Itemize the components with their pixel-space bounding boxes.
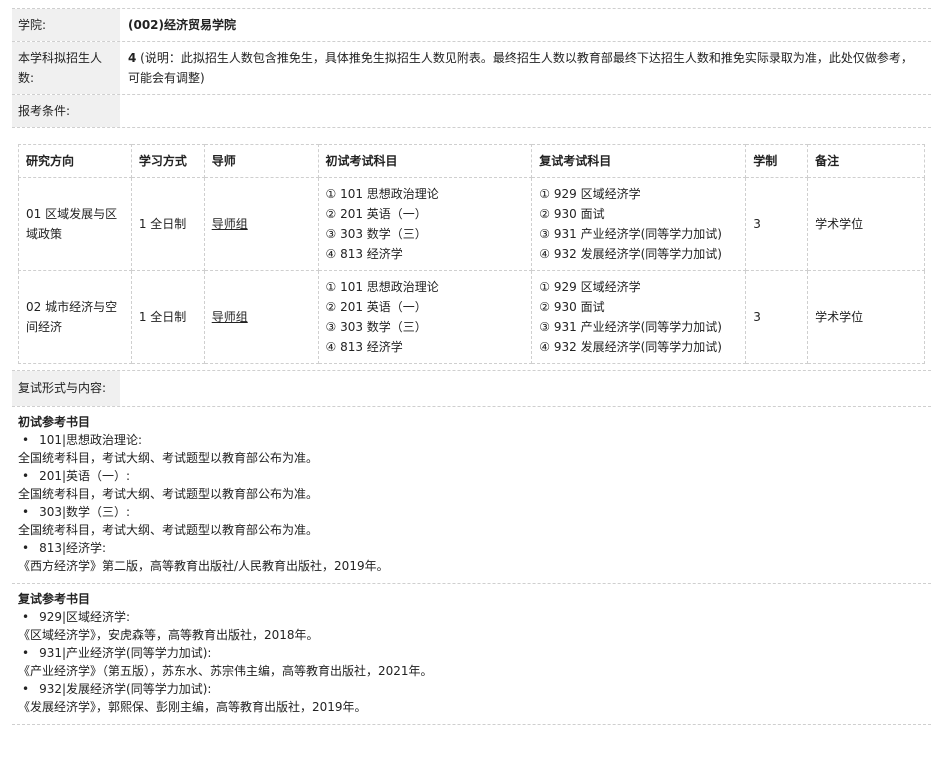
advisor-link[interactable]: 导师组 [212,310,248,324]
book-desc: 《区域经济学》，安虎森等，高等教育出版社，2018年。 [18,628,319,642]
header-initial-subjects: 初试考试科目 [317,144,533,178]
book-code: 201|英语（一）: [18,467,925,485]
subject-item: ① 929 区域经济学 [539,187,641,201]
subject-item: ② 930 面试 [539,300,605,314]
conditions-value [120,95,931,127]
subject-item: ③ 931 产业经济学(同等学力加试) [539,227,722,241]
subject-item: ② 201 英语（一） [325,300,427,314]
subject-item: ④ 813 经济学 [325,247,403,261]
retest-subjects-cell: ① 929 区域经济学 ② 930 面试 ③ 931 产业经济学(同等学力加试)… [531,270,747,364]
direction-cell: 02 城市经济与空间经济 [18,270,132,364]
years-cell: 3 [745,177,809,271]
book-code: 932|发展经济学(同等学力加试): [18,680,925,698]
advisor-cell: 导师组 [203,177,319,271]
retest-form-row: 复试形式与内容: [12,370,931,406]
subject-item: ③ 303 数学（三） [325,227,427,241]
book-code: 931|产业经济学(同等学力加试): [18,644,925,662]
quota-row: 本学科拟招生人数: 4 (说明：此拟招生人数包含推免生，具体推免生拟招生人数见附… [12,41,931,94]
header-years: 学制 [745,144,809,178]
book-code: 303|数学（三）: [18,503,925,521]
quota-value: 4 (说明：此拟招生人数包含推免生，具体推免生拟招生人数见附表。最终招生人数以教… [120,42,931,94]
initial-books-title: 初试参考书目 [18,415,91,429]
direction-table: 研究方向 学习方式 导师 初试考试科目 复试考试科目 学制 备注 01 区域发展… [18,144,925,364]
subject-item: ④ 932 发展经济学(同等学力加试) [539,247,722,261]
book-desc: 《产业经济学》（第五版），苏东水、苏宗伟主编，高等教育出版社，2021年。 [18,664,433,678]
table-row: 02 城市经济与空间经济 1 全日制 导师组 ① 101 思想政治理论 ② 20… [18,270,925,364]
direction-table-wrapper: 研究方向 学习方式 导师 初试考试科目 复试考试科目 学制 备注 01 区域发展… [12,127,931,370]
initial-subjects-cell: ① 101 思想政治理论 ② 201 英语（一） ③ 303 数学（三） ④ 8… [317,177,533,271]
book-code: 929|区域经济学: [18,608,925,626]
school-row: 学院: (002)经济贸易学院 [12,8,931,41]
subject-item: ② 201 英语（一） [325,207,427,221]
mode-cell: 1 全日制 [130,177,205,271]
header-advisor: 导师 [203,144,319,178]
retest-books-section: 复试参考书目 929|区域经济学: 《区域经济学》，安虎森等，高等教育出版社，2… [12,583,931,725]
book-desc: 全国统考科目，考试大纲、考试题型以教育部公布为准。 [18,451,319,465]
subject-item: ② 930 面试 [539,207,605,221]
remark-cell: 学术学位 [807,270,925,364]
subject-item: ① 101 思想政治理论 [325,280,439,294]
direction-cell: 01 区域发展与区域政策 [18,177,132,271]
subject-item: ④ 813 经济学 [325,340,403,354]
header-remark: 备注 [807,144,925,178]
header-retest-subjects: 复试考试科目 [531,144,747,178]
book-desc: 《西方经济学》第二版，高等教育出版社/人民教育出版社，2019年。 [18,559,389,573]
initial-subjects-cell: ① 101 思想政治理论 ② 201 英语（一） ③ 303 数学（三） ④ 8… [317,270,533,364]
conditions-label: 报考条件: [12,95,120,127]
book-code: 101|思想政治理论: [18,431,925,449]
advisor-link[interactable]: 导师组 [212,217,248,231]
book-desc: 全国统考科目，考试大纲、考试题型以教育部公布为准。 [18,487,319,501]
quota-note: (说明：此拟招生人数包含推免生，具体推免生拟招生人数见附表。最终招生人数以教育部… [128,51,913,85]
program-info-panel: 学院: (002)经济贸易学院 本学科拟招生人数: 4 (说明：此拟招生人数包含… [12,8,931,725]
school-label: 学院: [12,9,120,41]
subject-item: ③ 931 产业经济学(同等学力加试) [539,320,722,334]
subject-item: ④ 932 发展经济学(同等学力加试) [539,340,722,354]
years-cell: 3 [745,270,809,364]
header-direction: 研究方向 [18,144,132,178]
table-row: 01 区域发展与区域政策 1 全日制 导师组 ① 101 思想政治理论 ② 20… [18,177,925,271]
header-mode: 学习方式 [130,144,205,178]
retest-subjects-cell: ① 929 区域经济学 ② 930 面试 ③ 931 产业经济学(同等学力加试)… [531,177,747,271]
school-value: (002)经济贸易学院 [128,18,237,32]
book-code: 813|经济学: [18,539,925,557]
subject-item: ① 929 区域经济学 [539,280,641,294]
book-desc: 《发展经济学》，郭熙保、彭刚主编，高等教育出版社，2019年。 [18,700,367,714]
retest-form-value [120,371,931,406]
conditions-row: 报考条件: [12,94,931,127]
table-header-row: 研究方向 学习方式 导师 初试考试科目 复试考试科目 学制 备注 [18,144,925,178]
subject-item: ① 101 思想政治理论 [325,187,439,201]
advisor-cell: 导师组 [203,270,319,364]
remark-cell: 学术学位 [807,177,925,271]
retest-form-label: 复试形式与内容: [12,371,120,406]
quota-label: 本学科拟招生人数: [12,42,120,94]
mode-cell: 1 全日制 [130,270,205,364]
retest-books-title: 复试参考书目 [18,592,91,606]
book-desc: 全国统考科目，考试大纲、考试题型以教育部公布为准。 [18,523,319,537]
initial-books-section: 初试参考书目 101|思想政治理论: 全国统考科目，考试大纲、考试题型以教育部公… [12,406,931,583]
subject-item: ③ 303 数学（三） [325,320,427,334]
